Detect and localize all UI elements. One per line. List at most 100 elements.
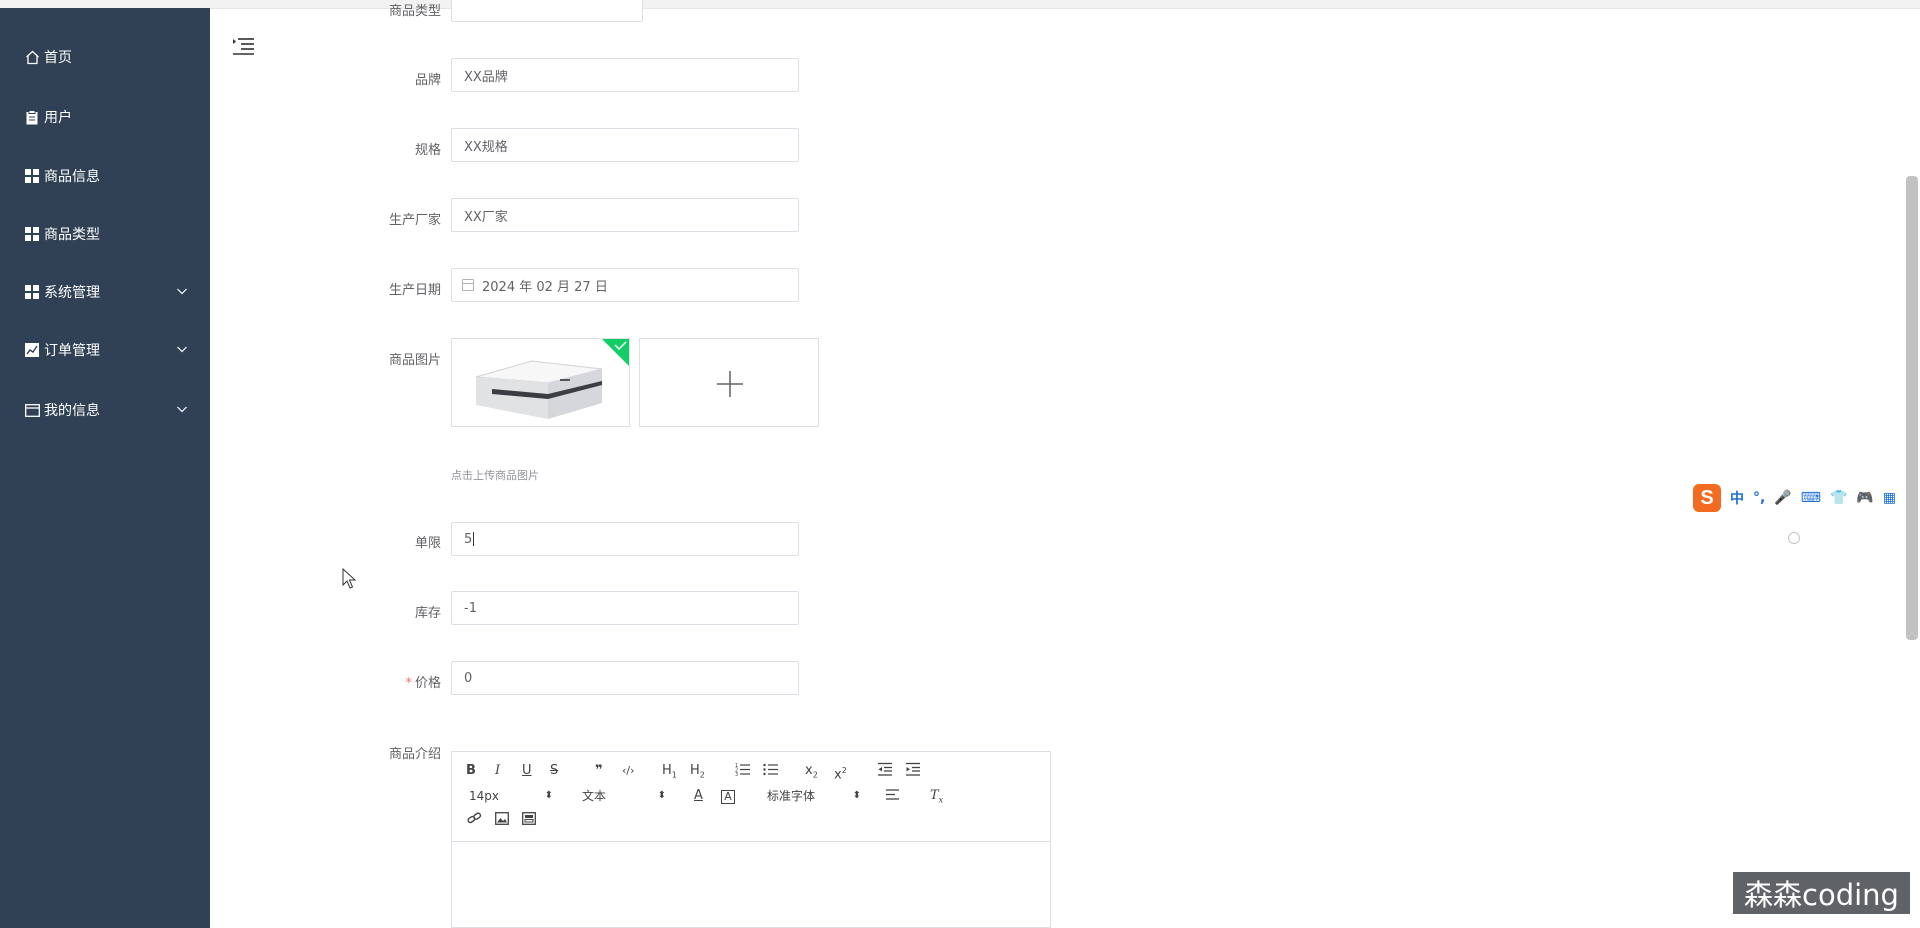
- sidebar-item-orders[interactable]: 订单管理: [0, 330, 210, 370]
- heading2-icon[interactable]: H2: [690, 762, 705, 780]
- indent-icon[interactable]: [905, 762, 921, 780]
- price-input[interactable]: 0: [451, 661, 799, 695]
- rich-text-editor[interactable]: B I U S ❞ ‹/› H1 H2 123 x2 x2 14px ⬍ 文本 ⬍ …: [451, 751, 1051, 928]
- sidebar-item-users[interactable]: 用户: [0, 97, 210, 137]
- chevron-down-icon: [177, 288, 187, 295]
- card-icon: [24, 402, 40, 418]
- spec-input[interactable]: XX规格: [451, 128, 799, 162]
- sidebar-item-home[interactable]: 首页: [0, 37, 210, 77]
- select-arrow-icon: ⬍: [544, 790, 553, 801]
- font-size-select[interactable]: 14px ⬍: [469, 787, 553, 805]
- ime-chinese-mode[interactable]: 中: [1730, 488, 1744, 508]
- chevron-down-icon: [177, 406, 187, 413]
- video-icon[interactable]: [522, 812, 536, 830]
- sidebar-item-label: 我的信息: [44, 403, 100, 419]
- brand-input[interactable]: XX品牌: [451, 58, 799, 92]
- blockquote-icon[interactable]: ❞: [595, 762, 603, 780]
- intro-label: 商品介绍: [388, 747, 441, 762]
- price-label: * 价格: [321, 672, 441, 691]
- upload-tip: 点击上传商品图片: [451, 469, 539, 482]
- select-arrow-icon: ⬍: [657, 790, 666, 801]
- underline-icon[interactable]: U: [522, 762, 532, 780]
- select-arrow-icon: ⬍: [852, 790, 861, 801]
- sidebar-item-system[interactable]: 系统管理: [0, 272, 210, 312]
- keyboard-icon[interactable]: ⌨: [1801, 490, 1821, 506]
- maker-label: 生产厂家: [388, 213, 441, 228]
- grid-icon: [24, 284, 40, 300]
- vertical-scrollbar[interactable]: [1906, 176, 1918, 640]
- strikethrough-icon[interactable]: S: [550, 762, 558, 780]
- type-label: 商品类型: [388, 4, 441, 19]
- sidebar: 首页 用户 商品信息 商品类型 系统管理 订单管理 我的信息: [0, 8, 210, 928]
- apps-icon[interactable]: ▦: [1883, 490, 1896, 506]
- sidebar-item-label: 系统管理: [44, 285, 100, 301]
- microphone-icon[interactable]: 🎤: [1774, 490, 1791, 506]
- text-caret: [473, 532, 475, 546]
- italic-icon[interactable]: I: [495, 762, 500, 780]
- calendar-icon: [462, 279, 474, 291]
- grid-icon: [24, 168, 40, 184]
- superscript-icon[interactable]: x2: [834, 762, 847, 782]
- background-color-icon[interactable]: A: [721, 790, 735, 804]
- spec-label: 规格: [414, 143, 441, 158]
- editor-toolbar: B I U S ❞ ‹/› H1 H2 123 x2 x2 14px ⬍ 文本 ⬍ …: [452, 752, 1050, 842]
- bullet-list-icon[interactable]: [763, 762, 779, 780]
- plus-icon: [717, 371, 743, 397]
- price-label-text: 价格: [414, 676, 441, 691]
- mouse-cursor-icon: [342, 568, 356, 589]
- font-color-icon[interactable]: A: [694, 787, 703, 805]
- limit-input[interactable]: 5: [451, 522, 799, 556]
- align-icon[interactable]: [886, 788, 900, 806]
- sidebar-item-products[interactable]: 商品信息: [0, 156, 210, 196]
- sidebar-toggle-icon[interactable]: [232, 36, 256, 58]
- paragraph-value: 文本: [582, 789, 607, 803]
- skin-icon[interactable]: 👕: [1830, 490, 1847, 506]
- upload-add-button[interactable]: [639, 338, 819, 427]
- stock-label: 库存: [414, 606, 441, 621]
- code-icon[interactable]: ‹/›: [622, 762, 635, 780]
- image-icon[interactable]: [495, 812, 509, 830]
- ime-toolbar[interactable]: S 中 °, 🎤 ⌨ 👕 🎮 ▦ ⚙: [1693, 483, 1920, 513]
- image-label: 商品图片: [388, 353, 441, 368]
- brand-label: 品牌: [414, 73, 441, 88]
- sogou-logo-icon[interactable]: S: [1693, 484, 1721, 512]
- clipboard-icon: [24, 109, 40, 125]
- outdent-icon[interactable]: [877, 762, 893, 780]
- stock-input[interactable]: -1: [451, 591, 799, 625]
- limit-label: 单限: [414, 536, 441, 551]
- date-value: 2024 年 02 月 27 日: [482, 279, 608, 295]
- sidebar-item-label: 首页: [44, 50, 72, 66]
- ordered-list-icon[interactable]: 123: [735, 762, 751, 780]
- sidebar-item-my-info[interactable]: 我的信息: [0, 390, 210, 430]
- maker-input[interactable]: XX厂家: [451, 198, 799, 232]
- date-picker[interactable]: 2024 年 02 月 27 日: [451, 268, 799, 302]
- close-icon[interactable]: [1788, 532, 1800, 544]
- type-select[interactable]: [451, 0, 643, 22]
- watermark: 森森coding: [1733, 872, 1910, 914]
- subscript-icon[interactable]: x2: [805, 762, 818, 780]
- chevron-down-icon: [177, 346, 187, 353]
- printer-image: [452, 339, 629, 426]
- paragraph-select[interactable]: 文本 ⬍: [582, 787, 666, 805]
- chart-icon: [24, 342, 40, 358]
- date-label: 生产日期: [388, 283, 441, 298]
- bold-icon[interactable]: B: [466, 762, 476, 780]
- clear-format-icon[interactable]: Tx: [930, 787, 943, 805]
- font-family-value: 标准字体: [767, 789, 816, 803]
- product-image-thumbnail[interactable]: [451, 338, 630, 427]
- sidebar-item-label: 商品信息: [44, 169, 100, 185]
- font-family-select[interactable]: 标准字体 ⬍: [767, 787, 861, 805]
- font-size-value: 14px: [469, 789, 499, 803]
- sidebar-item-product-types[interactable]: 商品类型: [0, 214, 210, 254]
- sidebar-item-label: 用户: [44, 110, 72, 126]
- required-mark: *: [405, 676, 412, 691]
- ime-punctuation-icon[interactable]: °,: [1753, 490, 1765, 506]
- home-icon: [24, 49, 40, 65]
- link-icon[interactable]: [467, 812, 482, 830]
- svg-text:3: 3: [735, 772, 738, 776]
- grid-icon: [24, 226, 40, 242]
- limit-value: 5: [464, 531, 473, 547]
- sidebar-item-label: 订单管理: [44, 343, 100, 359]
- heading1-icon[interactable]: H1: [662, 762, 677, 780]
- game-icon[interactable]: 🎮: [1856, 490, 1873, 506]
